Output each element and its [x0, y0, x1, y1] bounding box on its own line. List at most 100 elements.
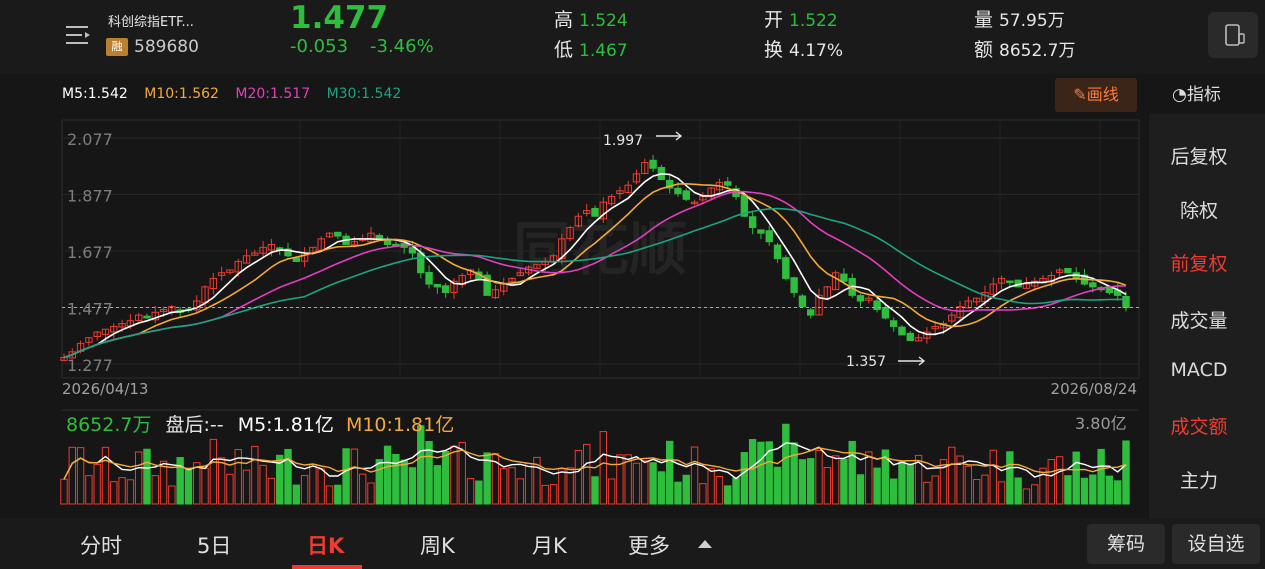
volume-bar: [831, 455, 840, 505]
gauge-icon: ◔: [1172, 85, 1187, 105]
volume-bar: [707, 467, 715, 505]
candle-body: [856, 295, 865, 302]
volume-bar: [558, 468, 566, 505]
volume-bar: [665, 440, 674, 505]
volume-bar: [317, 468, 325, 505]
side-item-amount[interactable]: 成交额: [1149, 412, 1249, 439]
candle-body: [881, 306, 890, 319]
volume-bar: [60, 478, 68, 505]
volume-bar: [408, 467, 417, 505]
volume-bar: [400, 459, 408, 505]
landscape-toggle-button[interactable]: [1208, 12, 1258, 58]
volume-bar: [1105, 475, 1114, 505]
volume-bar: [267, 477, 276, 505]
candle-body: [906, 332, 914, 342]
candle-body: [425, 271, 433, 285]
volume-bar: [309, 464, 317, 505]
volume-bar: [906, 463, 914, 505]
candle-body: [889, 320, 898, 327]
volume-m10: M10:1.81亿: [345, 414, 455, 436]
side-item-ex-rights[interactable]: 除权: [1149, 196, 1249, 223]
security-name[interactable]: 科创综指ETF...: [108, 11, 194, 30]
stat-amount-value: 8652.7万: [999, 41, 1076, 61]
volume-bar: [342, 448, 350, 505]
volume-bar: [143, 448, 151, 505]
volume-bar: [1122, 440, 1130, 505]
candle-body: [748, 216, 757, 229]
volume-bar: [1097, 448, 1105, 505]
tab-intraday[interactable]: 分时: [80, 530, 122, 560]
volume-bar: [1114, 480, 1122, 505]
kline-chart[interactable]: 同花顺 2.0771.8771.6771.4771.277 2026/04/13…: [0, 74, 1149, 518]
volume-bar: [392, 453, 400, 505]
side-item-back-adjust[interactable]: 后复权: [1149, 142, 1249, 169]
tab-monthly-k[interactable]: 月K: [532, 530, 567, 560]
volume-bar: [682, 474, 690, 505]
caret-up-icon[interactable]: [698, 540, 712, 548]
volume-bar: [865, 451, 873, 505]
volume-bar: [732, 477, 740, 505]
stat-high: 高 1.524: [554, 5, 628, 32]
volume-bar: [209, 438, 218, 505]
volume-bar: [217, 457, 226, 505]
candle-body: [773, 244, 782, 260]
candle-body: [724, 181, 732, 186]
volume-bar: [524, 463, 533, 505]
volume-bar: [848, 440, 856, 505]
volume-bar: [350, 448, 359, 505]
side-item-macd[interactable]: MACD: [1149, 359, 1249, 381]
volume-bar: [292, 484, 301, 505]
tab-more[interactable]: 更多: [628, 530, 670, 560]
security-code: 589680: [134, 37, 199, 57]
indicator-button[interactable]: ◔指标: [1172, 80, 1221, 105]
stat-open: 开 1.522: [764, 5, 838, 32]
candle-body: [143, 315, 151, 319]
volume-bar: [118, 477, 126, 505]
candle-body: [807, 309, 815, 316]
volume-bar: [1031, 484, 1039, 505]
volume-bar: [193, 462, 201, 505]
volume-bar: [964, 465, 973, 505]
volume-bar: [1080, 477, 1089, 505]
start-date-label: 2026/04/13: [62, 380, 148, 398]
volume-bar: [591, 476, 599, 505]
candle-body: [674, 187, 682, 195]
volume-bar: [151, 475, 159, 505]
volume-bar: [201, 467, 209, 505]
volume-after-hours: 盘后:--: [165, 414, 224, 436]
volume-bar: [242, 469, 251, 505]
volume-bar: [574, 449, 583, 505]
volume-bar: [1047, 458, 1056, 505]
period-tab-bar: 分时 5日 日K 周K 月K 更多 筹码 设自选: [0, 518, 1265, 569]
stat-volume: 量 57.95万: [974, 5, 1065, 32]
volume-bar: [541, 484, 549, 505]
volume-bar: [632, 462, 641, 505]
side-item-main-force[interactable]: 主力: [1149, 466, 1249, 493]
volume-m5: M5:1.81亿: [237, 414, 334, 436]
stat-open-label: 开: [764, 9, 784, 31]
volume-bar: [674, 481, 682, 505]
candle-body: [782, 257, 790, 279]
volume-bar: [823, 467, 832, 505]
volume-bar: [1022, 488, 1031, 505]
volume-bar: [607, 478, 616, 505]
side-item-volume[interactable]: 成交量: [1149, 306, 1249, 333]
y-tick-label: 1.477: [67, 300, 113, 319]
tab-daily-k[interactable]: 日K: [307, 530, 344, 560]
stat-turnover-label: 换: [764, 39, 784, 61]
stat-open-value: 1.522: [789, 11, 838, 31]
volume-bar: [367, 482, 375, 505]
volume-bar: [383, 445, 392, 505]
min-annotation-label: 1.357: [846, 354, 886, 370]
chips-button[interactable]: 筹码: [1087, 524, 1165, 564]
side-item-forward-adjust[interactable]: 前复权: [1149, 249, 1249, 276]
tab-weekly-k[interactable]: 周K: [420, 530, 455, 560]
volume-bar: [159, 460, 168, 505]
candle-body: [1089, 282, 1097, 288]
menu-icon[interactable]: [66, 24, 92, 46]
volume-ma5-line: [63, 442, 1127, 480]
volume-bar: [649, 462, 657, 505]
stat-turnover: 换 4.17%: [764, 35, 843, 62]
tab-5day[interactable]: 5日: [197, 530, 231, 560]
add-watchlist-button[interactable]: 设自选: [1172, 524, 1260, 564]
